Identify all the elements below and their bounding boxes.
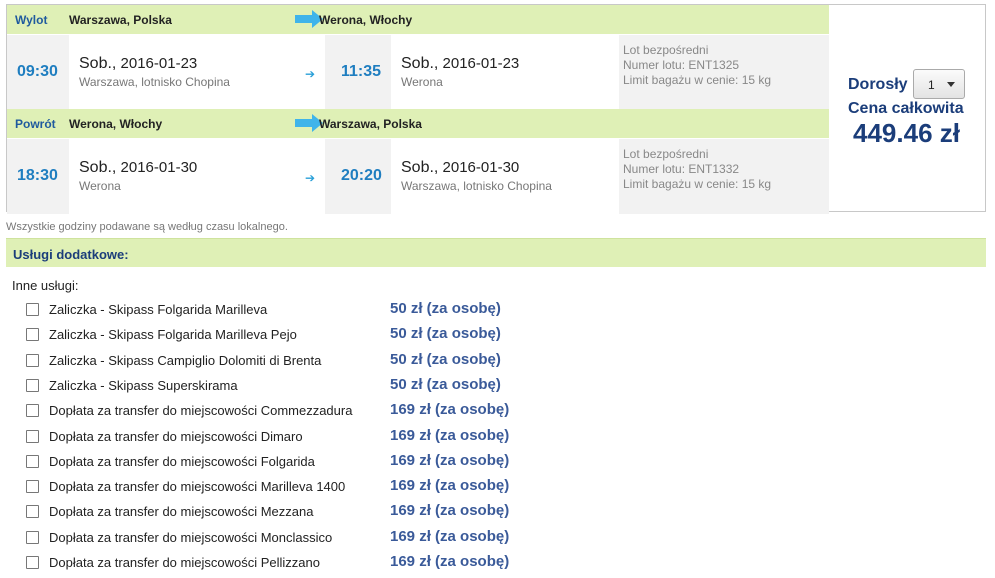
services-title: Usługi dodatkowe: [13, 247, 129, 262]
checkbox-icon[interactable] [26, 354, 39, 367]
service-row[interactable]: Dopłata za transfer do miejscowości Mezz… [0, 502, 600, 524]
passenger-count-select[interactable]: 1 [913, 69, 965, 99]
return-origin: Werona, Włochy [69, 117, 163, 131]
checkbox-icon[interactable] [26, 303, 39, 316]
small-arrow-right-icon: ➔ [305, 171, 316, 185]
service-price: 169 zł (za osobę) [390, 477, 510, 494]
outbound-arrival-place: Werona [401, 75, 443, 89]
service-price: 50 zł (za osobę) [390, 325, 501, 342]
outbound-segment: 09:30 Sob., 2016-01-23 Warszawa, lotnisk… [7, 35, 829, 110]
passenger-count-value: 1 [928, 78, 935, 92]
outbound-arrival-date: Sob., 2016-01-23 [401, 55, 520, 72]
return-departure-time: 18:30 [17, 167, 58, 184]
service-name: Zaliczka - Skipass Folgarida Marilleva P… [49, 327, 297, 342]
service-row[interactable]: Dopłata za transfer do miejscowości Mari… [0, 477, 600, 499]
total-price-label: Cena całkowita [848, 100, 964, 117]
service-price: 169 zł (za osobę) [390, 553, 510, 570]
return-segment: 18:30 Sob., 2016-01-30 Werona ➔ 20:20 So… [7, 139, 829, 214]
service-price: 50 zł (za osobę) [390, 376, 501, 393]
outbound-departure-place: Warszawa, lotnisko Chopina [79, 75, 230, 89]
service-name: Dopłata za transfer do miejscowości Monc… [49, 530, 333, 545]
service-name: Dopłata za transfer do miejscowości Mari… [49, 479, 346, 494]
service-name: Dopłata za transfer do miejscowości Dima… [49, 429, 303, 444]
service-name: Dopłata za transfer do miejscowości Mezz… [49, 504, 314, 519]
service-price: 50 zł (za osobę) [390, 351, 501, 368]
service-price: 169 zł (za osobę) [390, 427, 510, 444]
checkbox-icon[interactable] [26, 531, 39, 544]
price-box: Dorosły 1 Cena całkowita 449.46 zł [837, 5, 985, 211]
outbound-origin: Warszawa, Polska [69, 13, 172, 27]
service-row[interactable]: Zaliczka - Skipass Superskirama 50 zł (za… [0, 376, 600, 398]
service-name: Zaliczka - Skipass Campiglio Dolomiti di… [49, 353, 322, 368]
checkbox-icon[interactable] [26, 556, 39, 569]
service-name: Dopłata za transfer do miejscowości Pell… [49, 555, 320, 570]
return-arrival-place: Warszawa, lotnisko Chopina [401, 179, 552, 193]
total-price-value: 449.46 zł [853, 118, 960, 148]
return-arrival-date: Sob., 2016-01-30 [401, 159, 520, 176]
service-row[interactable]: Dopłata za transfer do miejscowości Monc… [0, 528, 600, 550]
service-price: 169 zł (za osobę) [390, 528, 510, 545]
outbound-departure-date: Sob., 2016-01-23 [79, 55, 198, 72]
outbound-direction-label: Wylot [15, 13, 48, 27]
service-price: 50 zł (za osobę) [390, 300, 501, 317]
service-price: 169 zł (za osobę) [390, 502, 510, 519]
small-arrow-right-icon: ➔ [305, 67, 316, 81]
return-destination: Warszawa, Polska [319, 117, 422, 131]
other-services-label: Inne usługi: [12, 278, 79, 293]
return-departure-date: Sob., 2016-01-30 [79, 159, 198, 176]
return-direction-label: Powrót [15, 117, 56, 131]
service-name: Dopłata za transfer do miejscowości Comm… [49, 403, 353, 418]
return-route-header: Powrót Werona, Włochy Warszawa, Polska [7, 109, 829, 138]
service-row[interactable]: Zaliczka - Skipass Folgarida Marilleva P… [0, 325, 600, 347]
service-row[interactable]: Dopłata za transfer do miejscowości Pell… [0, 553, 600, 575]
flight-summary: Wylot Warszawa, Polska Werona, Włochy 09… [6, 4, 986, 214]
return-flight-info: Lot bezpośredni Numer lotu: ENT1332 Limi… [623, 147, 772, 191]
service-name: Zaliczka - Skipass Folgarida Marilleva [49, 302, 268, 317]
service-name: Zaliczka - Skipass Superskirama [49, 378, 238, 393]
passenger-label: Dorosły [848, 76, 908, 93]
outbound-departure-time: 09:30 [17, 63, 58, 80]
checkbox-icon[interactable] [26, 505, 39, 518]
checkbox-icon[interactable] [26, 455, 39, 468]
service-row[interactable]: Zaliczka - Skipass Campiglio Dolomiti di… [0, 351, 600, 373]
service-row[interactable]: Dopłata za transfer do miejscowości Comm… [0, 401, 600, 423]
service-row[interactable]: Dopłata za transfer do miejscowości Dima… [0, 427, 600, 449]
checkbox-icon[interactable] [26, 430, 39, 443]
service-price: 169 zł (za osobę) [390, 452, 510, 469]
outbound-destination: Werona, Włochy [319, 13, 413, 27]
checkbox-icon[interactable] [26, 404, 39, 417]
checkbox-icon[interactable] [26, 480, 39, 493]
service-price: 169 zł (za osobę) [390, 401, 510, 418]
return-departure-place: Werona [79, 179, 121, 193]
outbound-arrival-time: 11:35 [341, 63, 382, 80]
service-name: Dopłata za transfer do miejscowości Folg… [49, 454, 315, 469]
services-header: Usługi dodatkowe: [6, 238, 986, 267]
service-row[interactable]: Zaliczka - Skipass Folgarida Marilleva 50… [0, 300, 600, 322]
checkbox-icon[interactable] [26, 379, 39, 392]
outbound-flight-info: Lot bezpośredni Numer lotu: ENT1325 Limi… [623, 43, 772, 87]
outbound-route-header: Wylot Warszawa, Polska Werona, Włochy [7, 5, 829, 34]
return-arrival-time: 20:20 [341, 167, 382, 184]
local-time-note: Wszystkie godziny podawane są według cza… [6, 221, 288, 233]
chevron-down-icon [947, 82, 955, 87]
service-row[interactable]: Dopłata za transfer do miejscowości Folg… [0, 452, 600, 474]
checkbox-icon[interactable] [26, 328, 39, 341]
